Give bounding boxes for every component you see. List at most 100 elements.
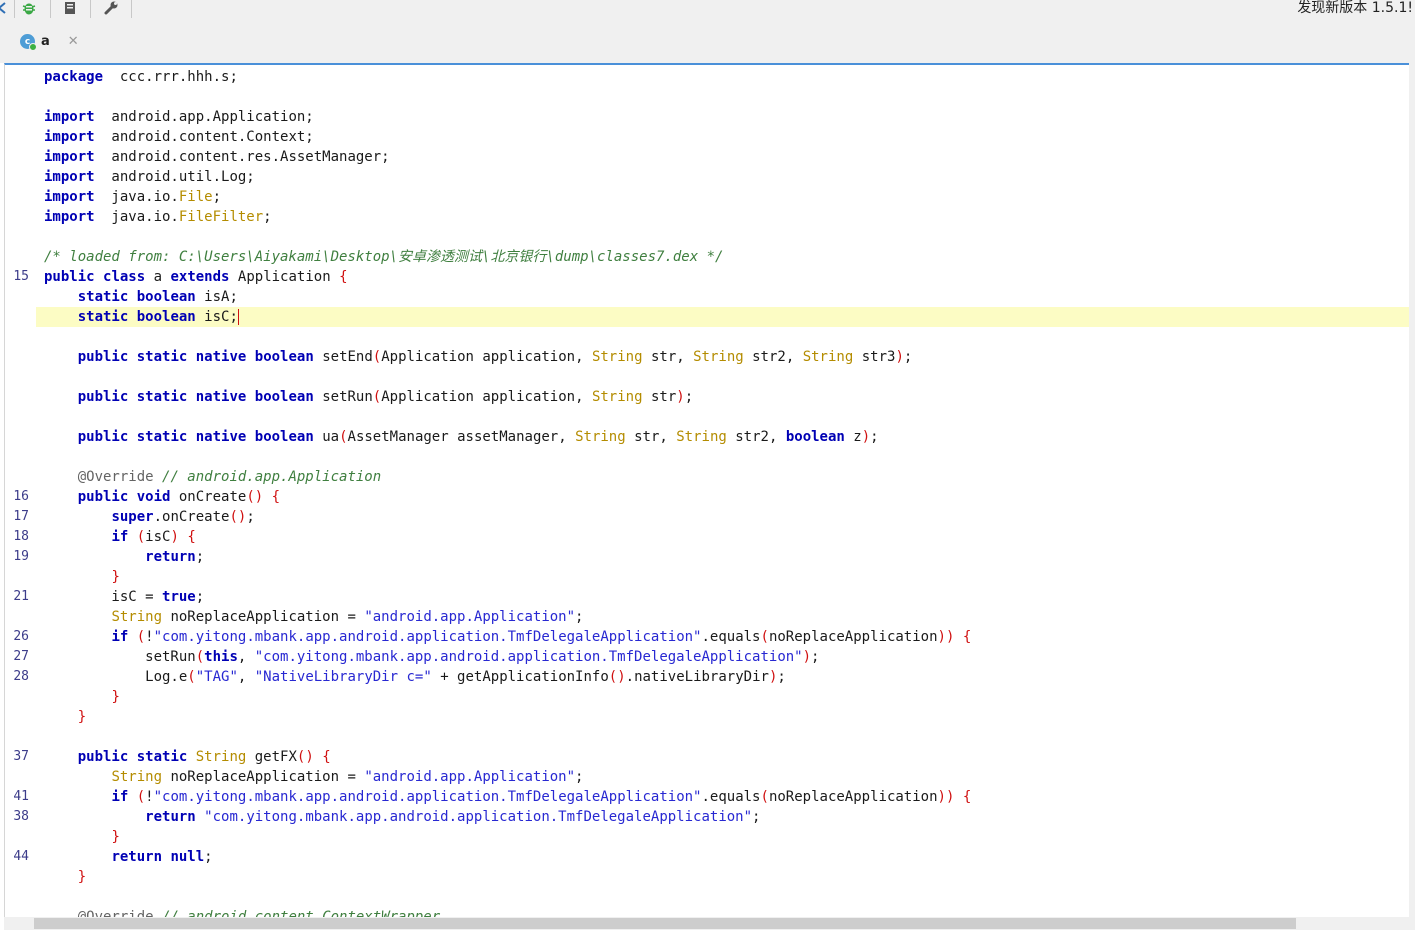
code-token: {	[339, 269, 348, 285]
code-token: if	[111, 529, 129, 545]
code-token: boolean	[254, 349, 314, 365]
code-token: ;	[212, 189, 222, 205]
code-line[interactable]: return;	[44, 547, 1410, 567]
code-line[interactable]	[44, 87, 1410, 107]
line-number: 17	[13, 509, 29, 524]
code-line[interactable]	[44, 227, 1410, 247]
code-line[interactable]: import java.io.FileFilter;	[44, 207, 1410, 227]
code-token: )	[676, 389, 685, 405]
code-token: java.io.	[94, 189, 179, 205]
code-token: android.util.Log;	[94, 169, 255, 185]
code-line[interactable]: public static native boolean ua(AssetMan…	[44, 427, 1410, 447]
code-line[interactable]	[44, 407, 1410, 427]
code-token: (	[760, 629, 769, 645]
update-notice-link[interactable]: 发现新版本 1.5.1!	[1297, 0, 1413, 17]
code-line[interactable]: public void onCreate() {	[44, 487, 1410, 507]
code-token: )	[861, 429, 871, 445]
code-token: "TAG"	[195, 669, 238, 685]
code-token: boolean	[136, 309, 196, 325]
code-line[interactable]	[44, 447, 1410, 467]
document-icon[interactable]	[60, 0, 80, 16]
code-line[interactable]	[44, 887, 1410, 907]
arrow-icon[interactable]	[0, 0, 12, 16]
code-line[interactable]: package ccc.rrr.hhh.s;	[44, 67, 1410, 87]
code-line[interactable]: }	[44, 687, 1410, 707]
code-line[interactable]: import android.content.Context;	[44, 127, 1410, 147]
code-token: }	[111, 689, 120, 705]
code-line[interactable]: }	[44, 867, 1410, 887]
code-token: ;	[263, 209, 272, 225]
code-line[interactable]: }	[44, 567, 1410, 587]
horizontal-scrollbar-thumb[interactable]	[34, 918, 1296, 929]
code-line[interactable]: if (isC) {	[44, 527, 1410, 547]
code-token: import	[44, 169, 95, 185]
code-line[interactable]: }	[44, 707, 1410, 727]
code-token: + getApplicationInfo	[431, 669, 609, 685]
code-line[interactable]: import android.app.Application;	[44, 107, 1410, 127]
code-line[interactable]	[44, 367, 1410, 387]
code-token: static	[136, 389, 188, 405]
code-line[interactable]: import android.util.Log;	[44, 167, 1410, 187]
code-line[interactable]: import android.content.res.AssetManager;	[44, 147, 1410, 167]
code-line[interactable]: if (!"com.yitong.mbank.app.android.appli…	[44, 627, 1410, 647]
code-token: {	[962, 629, 972, 645]
code-token: "android.app.Application"	[364, 769, 576, 785]
code-line[interactable]: }	[44, 827, 1410, 847]
code-line[interactable]: /* loaded from: C:\Users\Aiyakami\Deskto…	[44, 247, 1410, 267]
code-token: "com.yitong.mbank.app.android.applicatio…	[153, 789, 702, 805]
code-line[interactable]	[44, 327, 1410, 347]
code-token: public	[77, 429, 129, 445]
code-line[interactable]: public static String getFX() {	[44, 747, 1410, 767]
vertical-scrollbar[interactable]	[1409, 63, 1415, 917]
wrench-icon[interactable]	[101, 0, 121, 16]
code-token: }	[111, 569, 120, 585]
code-line[interactable]: String noReplaceApplication = "android.a…	[44, 767, 1410, 787]
code-token: extends	[170, 269, 230, 285]
code-token: native	[195, 389, 247, 405]
code-token: import	[44, 129, 95, 145]
code-token: }	[77, 709, 87, 725]
horizontal-scrollbar[interactable]	[4, 917, 1415, 930]
code-line[interactable]: static boolean isA;	[44, 287, 1410, 307]
code-token: isA;	[195, 289, 238, 305]
line-number: 37	[13, 749, 29, 764]
code-token: getFX	[246, 749, 297, 765]
code-line[interactable]: super.onCreate();	[44, 507, 1410, 527]
code-token: str3	[853, 349, 896, 365]
code-token: ;	[575, 769, 584, 785]
code-line[interactable]: setRun(this, "com.yitong.mbank.app.andro…	[44, 647, 1410, 667]
code-token: ua	[313, 429, 340, 445]
code-line[interactable]: public class a extends Application {	[44, 267, 1410, 287]
tab-class-a[interactable]: c a ✕	[14, 28, 89, 55]
line-number: 16	[13, 489, 29, 504]
code-line[interactable]: public static native boolean setEnd(Appl…	[44, 347, 1410, 367]
code-token: // android.app.Application	[162, 469, 382, 485]
code-line[interactable]: isC = true;	[44, 587, 1410, 607]
code-token: FileFilter	[178, 209, 264, 225]
code-token: import	[44, 189, 95, 205]
code-line[interactable]	[44, 727, 1410, 747]
code-line[interactable]: if (!"com.yitong.mbank.app.android.appli…	[44, 787, 1410, 807]
close-icon[interactable]: ✕	[68, 34, 79, 49]
code-line[interactable]: String noReplaceApplication = "android.a…	[44, 607, 1410, 627]
code-line[interactable]: @Override // android.app.Application	[44, 467, 1410, 487]
code-line[interactable]: return "com.yitong.mbank.app.android.app…	[44, 807, 1410, 827]
code-token: (	[760, 789, 769, 805]
code-line[interactable]: public static native boolean setRun(Appl…	[44, 387, 1410, 407]
code-line[interactable]: Log.e("TAG", "NativeLibraryDir c=" + get…	[44, 667, 1410, 687]
code-token: ccc.rrr.hhh.s;	[103, 69, 238, 85]
bug-icon[interactable]	[19, 0, 39, 16]
code-line[interactable]: return null;	[44, 847, 1410, 867]
code-line[interactable]: import java.io.File;	[44, 187, 1410, 207]
code-editor[interactable]: 15 16 17 18 19 21 26 27 28 37 41 38 44 package ccc.r…	[4, 63, 1410, 919]
code-line[interactable]: static boolean isC;	[36, 307, 1410, 327]
